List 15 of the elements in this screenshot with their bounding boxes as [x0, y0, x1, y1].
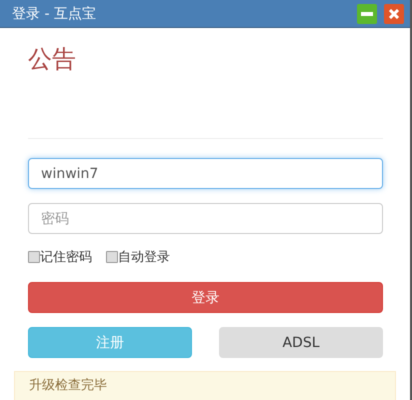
notice-message: 升级检查完毕: [14, 371, 396, 400]
close-icon: [389, 8, 399, 18]
minimize-button[interactable]: [357, 4, 377, 24]
checkbox[interactable]: [28, 251, 40, 263]
checkbox-label: 记住密码: [40, 249, 92, 266]
checkbox[interactable]: [106, 251, 118, 263]
adsl-button[interactable]: ADSL: [219, 327, 383, 358]
announcement-title: 公告: [28, 44, 77, 74]
username-field[interactable]: winwin7: [28, 158, 383, 189]
password-field[interactable]: 密码: [28, 203, 383, 234]
checkbox-label: 自动登录: [118, 249, 170, 266]
window-title: 登录 - 互点宝: [12, 4, 97, 22]
login-button[interactable]: 登录: [28, 282, 383, 313]
close-button[interactable]: [384, 4, 404, 24]
minimize-icon: [361, 12, 373, 16]
